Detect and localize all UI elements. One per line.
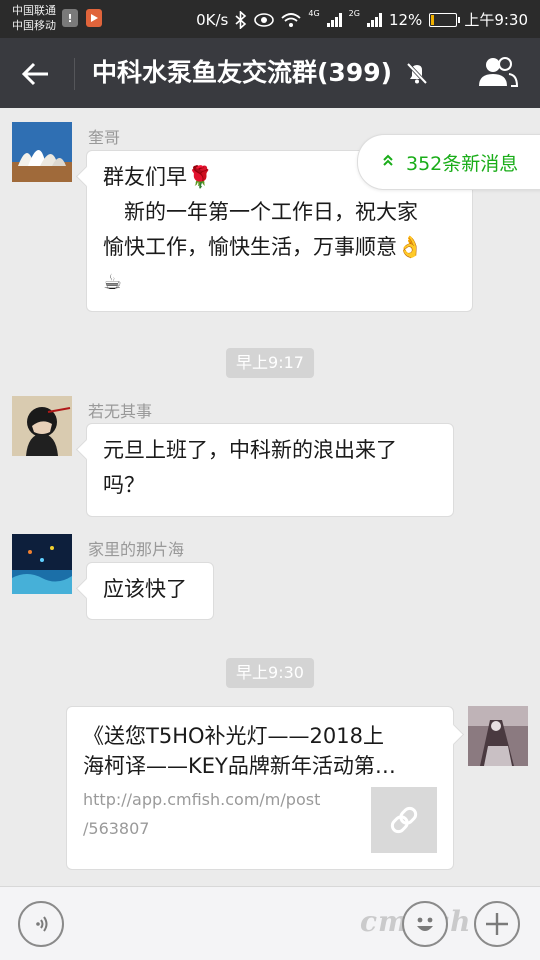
new-messages-label: 352条新消息 bbox=[406, 152, 519, 175]
emoji-button[interactable] bbox=[402, 901, 448, 947]
link-thumbnail bbox=[371, 787, 437, 853]
carrier-2: 中国移动 bbox=[12, 19, 56, 32]
more-button[interactable] bbox=[474, 901, 520, 947]
link-card-title-line: 海柯译——KEY品牌新年活动第… bbox=[83, 754, 396, 778]
group-members-icon bbox=[479, 57, 519, 87]
sender-name: 若无其事 bbox=[88, 402, 153, 421]
avatar-self[interactable] bbox=[468, 706, 528, 766]
sender-name: 家里的那片海 bbox=[88, 540, 185, 559]
back-button[interactable] bbox=[16, 54, 56, 94]
avatar-jialidenapianhai[interactable] bbox=[12, 534, 72, 594]
network-type-1: 4G bbox=[308, 9, 320, 18]
avatar-kuige[interactable] bbox=[12, 122, 72, 182]
link-card-title: 《送您T5HO补光灯——2018上 海柯译——KEY品牌新年活动第… bbox=[83, 721, 433, 781]
portrait-avatar-image bbox=[12, 396, 72, 456]
carrier-info: 中国联通 中国移动 bbox=[12, 3, 56, 33]
eye-icon bbox=[254, 12, 275, 27]
message-line: 应该快了 bbox=[103, 577, 187, 601]
chat-area[interactable]: 奎哥 群友们早🌹 新的一年第一个工作日，祝大家 愉快工作，愉快生活，万事顺意👌 … bbox=[0, 108, 540, 886]
link-card-message[interactable]: 《送您T5HO补光灯——2018上 海柯译——KEY品牌新年活动第… http:… bbox=[66, 706, 454, 870]
voice-button[interactable] bbox=[18, 901, 64, 947]
mute-icon bbox=[406, 62, 428, 85]
self-avatar-image bbox=[468, 706, 528, 766]
link-card-url-line: http://app.cmfish.com/m/post bbox=[83, 790, 321, 809]
warning-icon: ! bbox=[62, 9, 78, 27]
link-card-title-line: 《送您T5HO补光灯——2018上 bbox=[83, 724, 384, 748]
wifi-icon bbox=[281, 12, 301, 27]
message-line: 吗？ bbox=[103, 473, 145, 497]
video-icon bbox=[86, 9, 102, 27]
sydney-opera-avatar-image bbox=[12, 122, 72, 182]
sender-name: 奎哥 bbox=[88, 128, 121, 147]
network-speed: 0K/s bbox=[196, 10, 229, 29]
status-time: 上午9:30 bbox=[464, 11, 528, 29]
voice-icon bbox=[36, 916, 48, 932]
battery-percent: 12% bbox=[388, 10, 423, 29]
message-line: 元旦上班了，中科新的浪出来了 bbox=[103, 438, 397, 462]
network-type-2: 2G bbox=[348, 9, 360, 18]
input-bar: cmfish bbox=[0, 886, 540, 960]
link-card-url-line: /563807 bbox=[83, 819, 150, 838]
group-members-button[interactable] bbox=[476, 52, 520, 92]
header-divider bbox=[74, 58, 75, 90]
timestamp: 早上9:30 bbox=[226, 658, 314, 688]
signal-icon bbox=[326, 12, 342, 27]
aquarium-avatar-image bbox=[12, 534, 72, 594]
bluetooth-icon bbox=[235, 10, 247, 29]
timestamp: 早上9:17 bbox=[226, 348, 314, 378]
new-messages-button[interactable]: 352条新消息 bbox=[357, 134, 540, 190]
emoji-icon bbox=[417, 917, 433, 931]
battery-icon bbox=[429, 12, 461, 27]
plus-icon bbox=[486, 913, 508, 935]
status-bar: 中国联通 中国移动 ! 0K/s 4G 2G 12% 上午9:30 bbox=[0, 0, 540, 38]
avatar-ruowuqishi[interactable] bbox=[12, 396, 72, 456]
back-arrow-icon bbox=[22, 62, 48, 86]
message-line: 新的一年第一个工作日，祝大家 bbox=[103, 200, 418, 224]
double-chevron-up-icon bbox=[382, 153, 394, 171]
page-title: 中科水泵鱼友交流群(399) bbox=[92, 58, 393, 87]
signal-icon-2 bbox=[366, 12, 382, 27]
chat-header: 中科水泵鱼友交流群(399) bbox=[0, 38, 540, 108]
message-line: 愉快工作，愉快生活，万事顺意👌 bbox=[103, 235, 424, 259]
link-card-url: http://app.cmfish.com/m/post /563807 bbox=[83, 785, 320, 843]
link-icon bbox=[390, 806, 418, 834]
carrier-1: 中国联通 bbox=[12, 4, 56, 17]
message-line: ☕ bbox=[103, 270, 122, 294]
message-bubble[interactable]: 元旦上班了，中科新的浪出来了 吗？ bbox=[86, 423, 454, 517]
message-bubble[interactable]: 应该快了 bbox=[86, 562, 214, 620]
